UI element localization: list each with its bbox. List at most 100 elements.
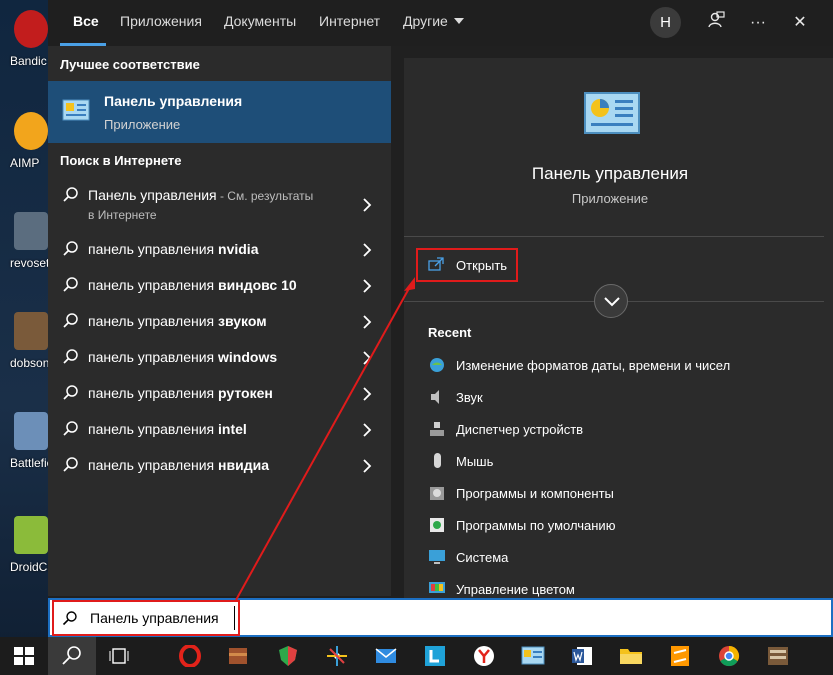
web-result-bold: виндовс 10 (218, 277, 297, 293)
web-result-bold: нвидиа (218, 457, 269, 473)
web-result-item[interactable]: Панель управления - См. результаты в Инт… (48, 178, 391, 232)
task-view-button[interactable] (96, 637, 144, 675)
tab-other[interactable]: Другие (403, 0, 464, 46)
web-result-prefix: панель управления (88, 421, 219, 437)
tab-apps[interactable]: Приложения (120, 0, 202, 46)
search-icon (63, 277, 78, 292)
opera-icon (179, 645, 201, 667)
control-panel-icon (62, 99, 90, 121)
divider (404, 236, 824, 237)
search-icon (63, 187, 78, 202)
detail-title: Панель управления (531, 164, 689, 183)
open-button[interactable]: Открыть (416, 248, 518, 282)
recent-item[interactable]: Звук (428, 383, 818, 413)
best-match-item[interactable]: Панель управления Приложение (48, 81, 391, 143)
desktop-icon-revo[interactable]: revosetu (0, 212, 56, 294)
search-icon (63, 385, 78, 400)
recent-item[interactable]: Программы и компоненты (428, 479, 818, 509)
chevron-right-icon (363, 351, 372, 365)
search-icon (62, 611, 77, 626)
tab-internet[interactable]: Интернет (319, 0, 380, 46)
web-result-item[interactable]: панель управления рутокен (48, 376, 391, 412)
search-box[interactable]: Панель управления (48, 598, 833, 637)
yandex-icon (474, 646, 494, 666)
recent-item[interactable]: Диспетчер устройств (428, 415, 818, 445)
web-result-bold: intel (218, 421, 247, 437)
search-input[interactable]: Панель управления (90, 610, 219, 626)
web-result-item[interactable]: панель управления intel (48, 412, 391, 448)
chevron-right-icon (363, 243, 372, 257)
battlefield-icon (14, 412, 48, 450)
taskbar-shield[interactable] (264, 637, 312, 675)
web-result-item[interactable]: панель управления виндовс 10 (48, 268, 391, 304)
system-icon (429, 550, 445, 564)
web-result-text: панель управления виндовс 10 (88, 277, 297, 293)
shield-icon (279, 646, 297, 666)
web-result-item[interactable]: панель управления звуком (48, 304, 391, 340)
chevron-right-icon (363, 423, 372, 437)
revo-uninstaller-icon (14, 212, 48, 250)
taskbar-explorer[interactable] (607, 637, 655, 675)
chrome-icon (719, 645, 740, 667)
search-icon (63, 349, 78, 364)
recent-item[interactable]: Изменение форматов даты, времени и чисел (428, 351, 818, 381)
tab-documents[interactable]: Документы (224, 0, 296, 46)
chevron-down-icon (453, 18, 464, 24)
speaker-icon (431, 390, 439, 404)
web-result-item[interactable]: панель управления нвидиа (48, 448, 391, 484)
taskbar-word[interactable] (558, 637, 606, 675)
expand-button[interactable] (594, 284, 628, 318)
desktop-icon-battlefield[interactable]: Battlefie (0, 412, 53, 494)
taskbar-dobson[interactable] (754, 637, 802, 675)
recent-item-label: Программы и компоненты (456, 486, 614, 501)
taskbar-l-app[interactable] (411, 637, 459, 675)
web-result-query: Панель управления (88, 187, 217, 203)
web-result-text: Панель управления - См. результаты (88, 187, 313, 203)
taskbar-yandex[interactable] (460, 637, 508, 675)
desktop-icon-bandicam[interactable]: Bandic (0, 10, 50, 92)
recent-item-label: Изменение форматов даты, времени и чисел (456, 358, 731, 373)
desktop-icon-dobson[interactable]: dobson (0, 312, 50, 394)
taskbar-sublime[interactable] (656, 637, 704, 675)
web-result-text: панель управления windows (88, 349, 277, 365)
best-match-subtitle: Приложение (104, 117, 181, 132)
chevron-right-icon (363, 315, 372, 329)
taskbar-archive[interactable] (214, 637, 262, 675)
recent-item[interactable]: Мышь (428, 447, 818, 477)
user-avatar[interactable]: H (650, 7, 681, 38)
taskbar-search-button[interactable] (48, 637, 96, 675)
web-result-prefix: панель управления (88, 241, 219, 257)
taskbar-paint[interactable] (313, 637, 361, 675)
feedback-icon[interactable] (703, 10, 729, 36)
recent-item[interactable]: Программы по умолчанию (428, 511, 818, 541)
windows-logo-icon (14, 647, 34, 665)
desktop-icon-droidcam[interactable]: DroidCa (0, 516, 54, 598)
taskbar-chrome[interactable] (705, 637, 753, 675)
more-options-icon[interactable]: ··· (745, 10, 771, 36)
detail-subtitle: Приложение (571, 191, 649, 206)
taskbar (0, 637, 833, 675)
taskbar-opera[interactable] (166, 637, 214, 675)
web-result-item[interactable]: панель управления windows (48, 340, 391, 376)
web-result-text: панель управления нвидиа (88, 457, 269, 473)
tab-all[interactable]: Все (73, 0, 99, 46)
web-result-line2: в Интернете (88, 208, 157, 222)
desktop-screen: Bandic AIMP revosetu dobson Battlefie Dr… (0, 0, 833, 675)
start-button[interactable] (0, 637, 48, 675)
close-icon[interactable]: ✕ (787, 10, 813, 36)
taskbar-control-panel[interactable] (509, 637, 557, 675)
mail-icon (375, 648, 397, 663)
archive-icon (229, 648, 247, 664)
word-icon (572, 647, 592, 665)
folder-icon (620, 649, 642, 664)
web-result-prefix: панель управления (88, 385, 219, 401)
recent-item[interactable]: Система (428, 543, 818, 573)
desktop-icon-aimp[interactable]: AIMP (0, 112, 50, 194)
dobson-icon (768, 647, 788, 665)
web-result-item[interactable]: панель управления nvidia (48, 232, 391, 268)
recent-item-label: Мышь (456, 454, 494, 469)
web-result-prefix: панель управления (88, 457, 219, 473)
taskbar-mail[interactable] (362, 637, 410, 675)
web-search-heading: Поиск в Интернете (60, 153, 182, 168)
search-panel: Все Приложения Документы Интернет Другие… (48, 0, 833, 637)
